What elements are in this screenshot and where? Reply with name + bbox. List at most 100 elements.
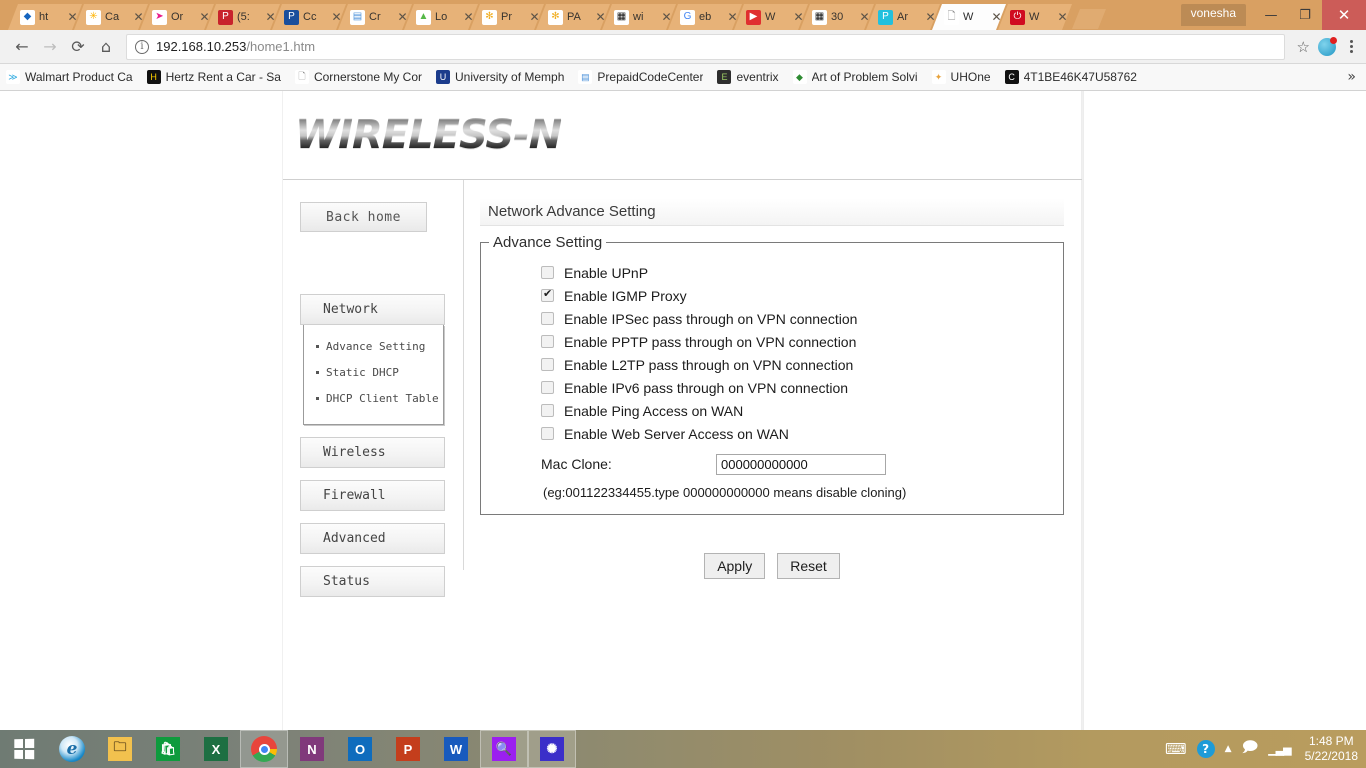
bookmarks-overflow-icon[interactable]: »: [1347, 69, 1356, 85]
taskbar-file-explorer[interactable]: 🗀: [96, 730, 144, 768]
taskbar-excel[interactable]: X: [192, 730, 240, 768]
sidebar-item-firewall[interactable]: Firewall: [300, 480, 445, 511]
taskbar-outlook[interactable]: O: [336, 730, 384, 768]
tab-close-icon[interactable]: ✕: [463, 11, 474, 23]
tab-close-icon[interactable]: ✕: [991, 11, 1002, 23]
bookmark-item[interactable]: ▤ PrepaidCodeCenter: [578, 70, 703, 84]
checkbox-toggle[interactable]: [541, 404, 554, 417]
action-center-icon[interactable]: 🗩: [1242, 737, 1259, 762]
tab-close-icon[interactable]: ✕: [133, 11, 144, 23]
minimize-button[interactable]: —: [1254, 0, 1288, 30]
checkbox-label: Enable L2TP pass through on VPN connecti…: [564, 356, 854, 373]
taskbar-chrome[interactable]: [240, 730, 288, 768]
browser-tab[interactable]: ▲ Lo ✕: [404, 4, 478, 30]
tab-close-icon[interactable]: ✕: [727, 11, 738, 23]
show-hidden-icons-icon[interactable]: ▲: [1225, 744, 1232, 754]
sidebar-item[interactable]: DHCP Client Table: [304, 386, 443, 412]
bookmark-item[interactable]: ≫ Walmart Product Ca: [6, 70, 133, 84]
back-home-button[interactable]: Back home: [300, 202, 427, 232]
tab-close-icon[interactable]: ✕: [859, 11, 870, 23]
checkbox-toggle[interactable]: [541, 358, 554, 371]
apply-button[interactable]: Apply: [704, 553, 766, 579]
taskbar-powerpoint[interactable]: P: [384, 730, 432, 768]
tab-close-icon[interactable]: ✕: [661, 11, 672, 23]
checkbox-toggle[interactable]: [541, 335, 554, 348]
tab-close-icon[interactable]: ✕: [925, 11, 936, 23]
tab-strip: ◆ ht ✕ ✳ Ca ✕ ➤ Or ✕ P (5: ✕ P Cc ✕ ▤ Cr ✕ ▲ Lo ✕ ✻ Pr ✕ ✻ PA ✕ ▦ wi…: [0, 0, 1366, 30]
bookmark-label: Walmart Product Ca: [25, 70, 133, 84]
checkbox-toggle[interactable]: [541, 312, 554, 325]
browser-tab[interactable]: P Cc ✕: [272, 4, 346, 30]
reload-icon[interactable]: ⟳: [64, 33, 92, 61]
site-info-icon[interactable]: i: [135, 39, 149, 54]
browser-tab[interactable]: ⏻ W ✕: [998, 4, 1072, 30]
back-icon[interactable]: ←: [8, 33, 36, 61]
bookmark-label: University of Memph: [455, 70, 565, 84]
sidebar-group-header[interactable]: Network: [300, 294, 445, 325]
sidebar-item-advanced[interactable]: Advanced: [300, 523, 445, 554]
mac-clone-input[interactable]: [716, 453, 886, 475]
sidebar-item[interactable]: Static DHCP: [304, 360, 443, 386]
browser-tab[interactable]: ✳ Ca ✕: [74, 4, 148, 30]
bookmark-item[interactable]: U University of Memph: [436, 70, 564, 84]
bookmark-item[interactable]: C 4T1BE46K47U58762: [1004, 70, 1137, 84]
checkbox-toggle[interactable]: [541, 381, 554, 394]
tab-close-icon[interactable]: ✕: [67, 11, 78, 23]
browser-tab[interactable]: ◆ ht ✕: [8, 4, 82, 30]
home-icon[interactable]: ⌂: [92, 33, 120, 61]
bookmark-item[interactable]: ✦ UHOne: [931, 70, 991, 84]
browser-tab[interactable]: ▤ Cr ✕: [338, 4, 412, 30]
taskbar-word[interactable]: W: [432, 730, 480, 768]
taskbar-microsoft-store[interactable]: 🛍: [144, 730, 192, 768]
browser-tab[interactable]: ➤ Or ✕: [140, 4, 214, 30]
browser-tab[interactable]: ▦ 30 ✕: [800, 4, 874, 30]
extension-icon[interactable]: [1318, 36, 1337, 56]
close-window-button[interactable]: ✕: [1322, 0, 1366, 30]
sidebar-item[interactable]: Advance Setting: [304, 334, 443, 360]
taskbar-start-button[interactable]: [0, 730, 48, 768]
tab-close-icon[interactable]: ✕: [793, 11, 804, 23]
help-icon[interactable]: ?: [1196, 740, 1215, 758]
taskbar-internet-explorer[interactable]: e: [48, 730, 96, 768]
maximize-restore-button[interactable]: ❐: [1288, 0, 1322, 30]
new-tab-button[interactable]: [1072, 9, 1106, 29]
browser-tab[interactable]: P Ar ✕: [866, 4, 940, 30]
bookmark-item[interactable]: H Hertz Rent a Car - Sa: [146, 70, 281, 84]
browser-tab[interactable]: ▶ W ✕: [734, 4, 808, 30]
bookmark-star-icon[interactable]: ☆: [1297, 38, 1310, 56]
tab-label: Ar: [897, 11, 908, 23]
tab-close-icon[interactable]: ✕: [595, 11, 606, 23]
checkbox-toggle[interactable]: [541, 266, 554, 279]
taskbar-search[interactable]: 🔍: [480, 730, 528, 768]
checkbox-toggle[interactable]: [541, 287, 554, 302]
taskbar-settings[interactable]: ✺: [528, 730, 576, 768]
reset-button[interactable]: Reset: [777, 553, 840, 579]
browser-tab[interactable]: Geb ✕: [668, 4, 742, 30]
bookmark-item[interactable]: 🗋 Cornerstone My Cor: [294, 70, 422, 84]
address-bar[interactable]: i 192.168.10.253/home1.htm: [126, 33, 1285, 60]
tab-close-icon[interactable]: ✕: [265, 11, 276, 23]
clock[interactable]: 1:48 PM 5/22/2018: [1301, 734, 1358, 764]
browser-tab[interactable]: ▦ wi ✕: [602, 4, 676, 30]
tab-close-icon[interactable]: ✕: [397, 11, 408, 23]
browser-tab[interactable]: ✻ Pr ✕: [470, 4, 544, 30]
shopping-bag-icon: ▦: [812, 10, 827, 25]
tab-close-icon[interactable]: ✕: [529, 11, 540, 23]
browser-tab[interactable]: P (5: ✕: [206, 4, 280, 30]
browser-tab[interactable]: ✻ PA ✕: [536, 4, 610, 30]
chrome-menu-icon[interactable]: [1344, 40, 1358, 53]
sidebar-item-wireless[interactable]: Wireless: [300, 437, 445, 468]
browser-tab[interactable]: 🗋 W ✕: [932, 4, 1006, 30]
bookmark-item[interactable]: Eeventrix: [717, 70, 779, 84]
tab-close-icon[interactable]: ✕: [199, 11, 210, 23]
bookmark-item[interactable]: ◆ Art of Problem Solvi: [792, 70, 918, 84]
user-profile-chip[interactable]: vonesha: [1180, 4, 1246, 26]
forward-icon[interactable]: →: [36, 33, 64, 61]
sidebar-item-status[interactable]: Status: [300, 566, 445, 597]
checkbox-toggle[interactable]: [541, 427, 554, 440]
network-signal-icon[interactable]: ▁▃▅: [1268, 743, 1291, 756]
taskbar-onenote[interactable]: N: [288, 730, 336, 768]
tab-close-icon[interactable]: ✕: [331, 11, 342, 23]
keyboard-icon[interactable]: ⌨: [1165, 740, 1187, 758]
tab-close-icon[interactable]: ✕: [1057, 11, 1068, 23]
